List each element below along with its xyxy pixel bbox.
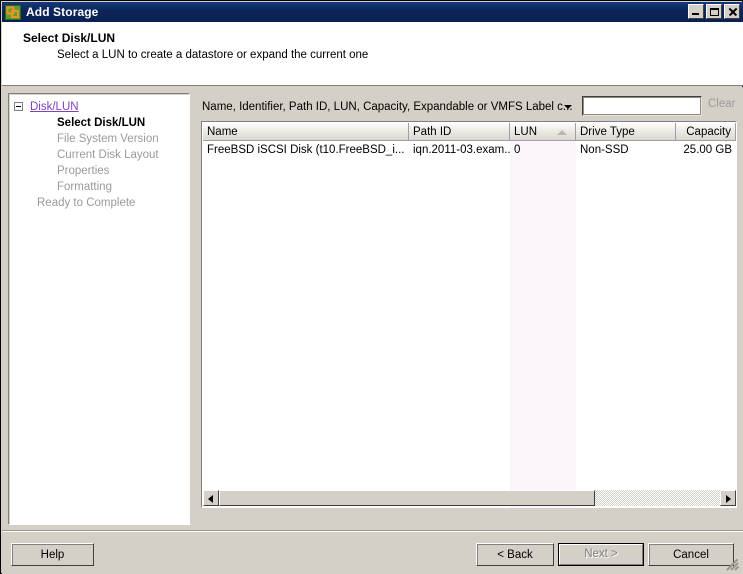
column-header-name[interactable]: Name [203,123,409,141]
scrollbar-track[interactable] [219,490,720,506]
scroll-left-icon [208,494,213,503]
close-button[interactable] [724,4,740,19]
resize-grip[interactable] [726,558,741,572]
window-title: Add Storage [26,5,99,19]
window-controls [688,4,740,19]
back-button-label: < Back [497,548,533,561]
column-header-drive-type-label: Drive Type [580,125,635,138]
title-bar[interactable]: Add Storage [2,2,743,22]
scrollbar-thumb[interactable] [219,490,595,506]
column-header-path-id-label: Path ID [413,125,452,138]
maximize-icon [710,8,719,16]
column-header-capacity-label: Capacity [686,125,731,138]
dialog-body: Disk/LUN Select Disk/LUN File System Ver… [2,87,743,574]
cell-name: FreeBSD iSCSI Disk (t10.FreeBSD_i... [207,143,405,156]
column-header-path-id[interactable]: Path ID [409,123,510,141]
content-panel: Name, Identifier, Path ID, LUN, Capacity… [196,93,737,525]
scroll-right-button[interactable] [720,490,736,506]
table-body: FreeBSD iSCSI Disk (t10.FreeBSD_i... iqn… [203,141,736,508]
chevron-down-icon [564,105,572,109]
help-button[interactable]: Help [11,543,94,566]
filter-field-select-label: Name, Identifier, Path ID, LUN, Capacity… [202,101,573,113]
cell-capacity: 25.00 GB [683,143,732,156]
sidebar-item-label[interactable]: Disk/LUN [30,99,79,115]
minimize-icon [692,13,699,15]
sort-ascending-icon [557,130,567,135]
disk-lun-list: Name Path ID LUN Drive Type Capacity Fre… [201,121,737,508]
filter-search-input[interactable] [582,96,702,116]
sidebar-item-current-disk-layout: Current Disk Layout [57,149,159,161]
sidebar-item-disk-lun[interactable]: Disk/LUN [9,99,189,115]
table-header-row: Name Path ID LUN Drive Type Capacity [203,123,736,141]
vsphere-storage-icon [5,4,21,20]
next-button: Next > [558,543,644,566]
horizontal-scrollbar[interactable] [203,490,736,506]
table-row[interactable]: FreeBSD iSCSI Disk (t10.FreeBSD_i... iqn… [203,141,736,158]
add-storage-dialog: Add Storage Select Disk/LUN Select a LUN… [0,0,743,574]
sidebar-item-ready-to-complete: Ready to Complete [37,197,136,209]
collapse-icon[interactable] [14,102,23,111]
sidebar-item-properties: Properties [57,165,110,177]
scroll-right-icon [726,494,731,503]
page-title: Select Disk/LUN [23,31,116,45]
next-button-label: Next > [559,544,643,565]
cancel-button-label: Cancel [673,548,709,561]
cell-path-id: iqn.2011-03.exam... [413,143,510,156]
sidebar-item-file-system-version: File System Version [57,133,159,145]
help-button-label: Help [40,548,65,561]
sidebar-item-select-disk-lun[interactable]: Select Disk/LUN [9,115,189,131]
column-header-capacity[interactable]: Capacity [676,123,736,141]
filter-field-select[interactable]: Name, Identifier, Path ID, LUN, Capacity… [202,97,578,117]
minimize-button[interactable] [688,4,704,19]
scroll-left-button[interactable] [203,490,219,506]
back-button[interactable]: < Back [476,543,554,566]
sidebar-item-formatting: Formatting [57,181,112,193]
cell-drive-type: Non-SSD [580,143,629,156]
column-header-name-label: Name [207,125,238,138]
column-header-drive-type[interactable]: Drive Type [576,123,676,141]
footer-divider [2,530,743,532]
page-subtitle: Select a LUN to create a datastore or ex… [57,49,369,61]
filter-bar: Name, Identifier, Path ID, LUN, Capacity… [196,93,737,121]
dialog-header: Select Disk/LUN Select a LUN to create a… [2,22,743,86]
wizard-nav-panel: Disk/LUN Select Disk/LUN File System Ver… [8,93,190,525]
cell-lun: 0 [514,143,521,156]
maximize-button[interactable] [706,4,722,19]
clear-filter-button[interactable]: Clear [708,98,735,110]
column-header-lun-label: LUN [514,125,538,138]
column-header-lun[interactable]: LUN [510,123,576,141]
cancel-button[interactable]: Cancel [648,543,734,566]
